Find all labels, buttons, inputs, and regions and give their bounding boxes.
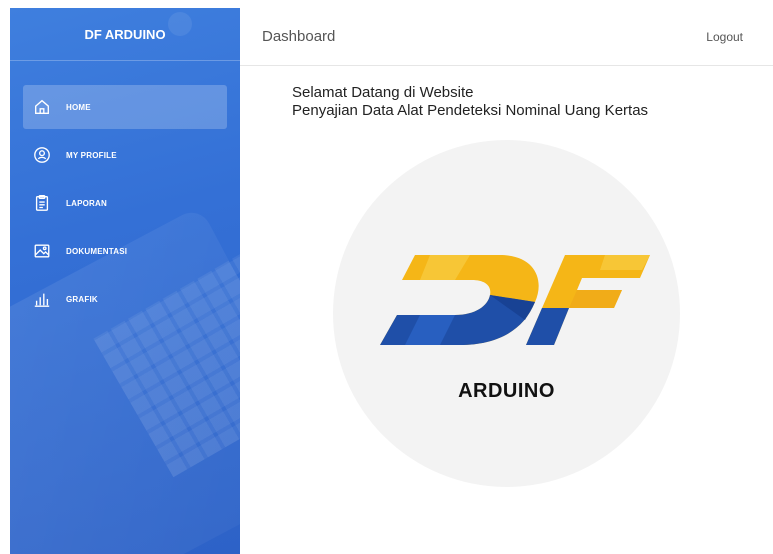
- bar-chart-icon: [32, 289, 52, 309]
- sidebar-item-my-profile[interactable]: MY PROFILE: [23, 135, 227, 175]
- sidebar-item-home[interactable]: HOME: [23, 85, 227, 129]
- brand-name: DF ARDUINO: [84, 26, 166, 42]
- sidebar-item-dokumentasi[interactable]: DOKUMENTASI: [23, 231, 227, 271]
- sidebar-item-label: DOKUMENTASI: [66, 246, 128, 256]
- sidebar-menu: HOME MY PROFILE LAPORAN DOKUMENTASI GRAF…: [10, 61, 240, 319]
- sidebar: DF ARDUINO HOME MY PROFILE LAPORAN DOKUM…: [10, 8, 240, 554]
- logo-text: ARDUINO: [458, 380, 555, 402]
- clipboard-icon: [32, 193, 52, 213]
- welcome-line-2: Penyajian Data Alat Pendeteksi Nominal U…: [292, 102, 649, 119]
- welcome-line-1: Selamat Datang di Website: [292, 84, 474, 101]
- user-circle-icon: [32, 145, 52, 165]
- sidebar-brand[interactable]: DF ARDUINO: [10, 8, 240, 61]
- sidebar-item-label: MY PROFILE: [66, 150, 117, 160]
- top-bar: Dashboard Logout: [240, 8, 773, 66]
- home-icon: [32, 97, 52, 117]
- sidebar-item-label: HOME: [66, 102, 91, 112]
- sidebar-item-label: LAPORAN: [66, 198, 107, 208]
- image-icon: [32, 241, 52, 261]
- sidebar-item-label: GRAFIK: [66, 294, 98, 304]
- logout-link[interactable]: Logout: [706, 30, 743, 44]
- sidebar-item-grafik[interactable]: GRAFIK: [23, 279, 227, 319]
- sidebar-item-laporan[interactable]: LAPORAN: [23, 183, 227, 223]
- df-logo-graphic: [380, 255, 650, 345]
- page-title: Dashboard: [262, 28, 336, 45]
- brand-mark: [168, 12, 192, 36]
- welcome-message: Selamat Datang di Website Penyajian Data…: [292, 84, 648, 120]
